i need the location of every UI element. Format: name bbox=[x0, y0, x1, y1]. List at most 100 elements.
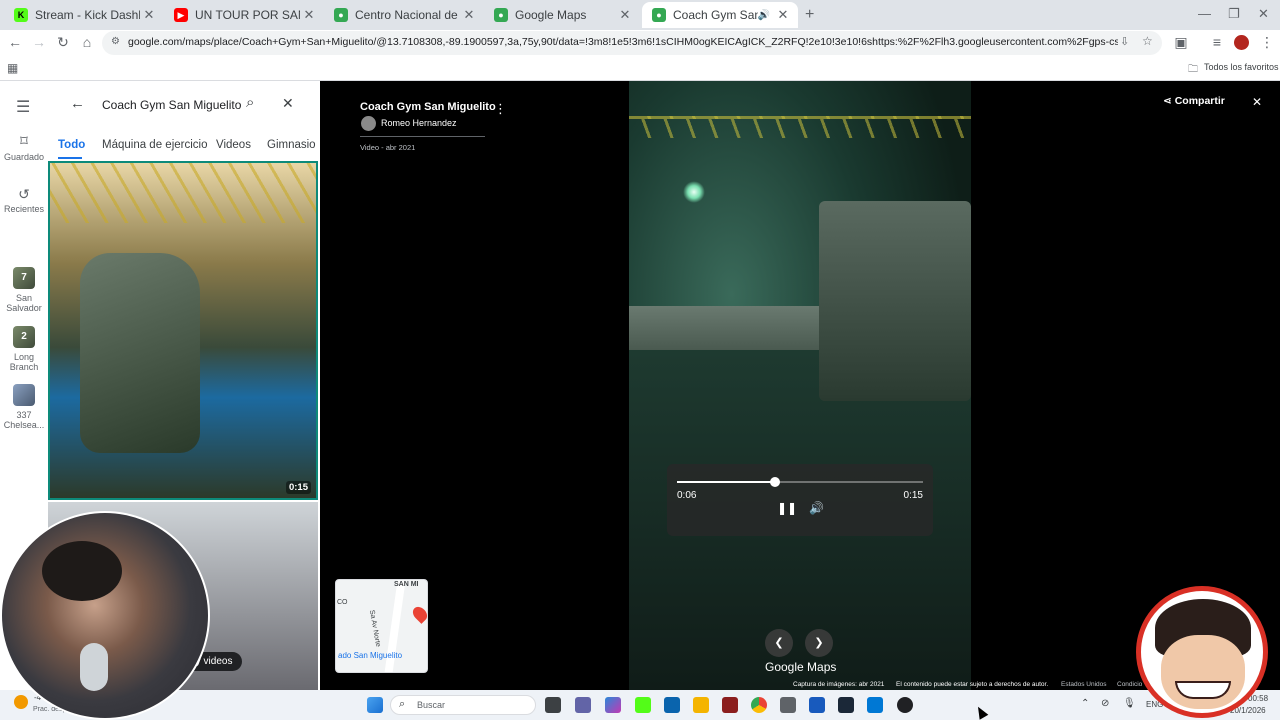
video-frame[interactable] bbox=[629, 81, 971, 690]
maps-pin-icon: ● bbox=[334, 8, 348, 22]
back-icon[interactable]: ← bbox=[6, 34, 24, 50]
close-window-icon[interactable]: ✕ bbox=[1258, 6, 1269, 22]
address-bar[interactable]: ⚙ google.com/maps/place/Coach+Gym+San+Mi… bbox=[102, 31, 1162, 55]
close-tab-icon[interactable]: ✕ bbox=[616, 7, 634, 23]
microphone-graphic bbox=[80, 643, 108, 691]
kick-app-icon[interactable] bbox=[635, 697, 651, 713]
close-tab-icon[interactable]: ✕ bbox=[140, 7, 158, 23]
rail-place-label: 337 Chelsea... bbox=[3, 410, 45, 430]
tab-youtube[interactable]: ▶ UN TOUR POR SAN SALVADOR ✕ bbox=[164, 2, 324, 28]
footer-country[interactable]: Estados Unidos bbox=[1061, 681, 1107, 688]
file-explorer-icon[interactable] bbox=[693, 697, 709, 713]
chip-gimnasio[interactable]: Gimnasio bbox=[267, 139, 316, 151]
rail-place-chelsea[interactable]: 337 Chelsea... bbox=[0, 384, 48, 430]
tab-coach-gym[interactable]: ● Coach Gym San Miguelito 🔊 ✕ bbox=[642, 2, 798, 28]
close-tab-icon[interactable]: ✕ bbox=[774, 7, 792, 23]
tab-title: Coach Gym San Miguelito bbox=[673, 8, 758, 22]
install-icon[interactable]: ⇩ bbox=[1120, 35, 1129, 48]
site-info-icon[interactable]: ⚙ bbox=[111, 36, 120, 47]
rail-saved-label: Guardado bbox=[3, 152, 45, 162]
sidepanel-icon[interactable]: ▣ bbox=[1172, 34, 1190, 51]
reload-icon[interactable]: ↻ bbox=[54, 34, 72, 51]
word-icon[interactable] bbox=[809, 697, 825, 713]
rail-place-long-branch[interactable]: 2 Long Branch bbox=[0, 326, 48, 372]
media-thumbnail-selected[interactable]: 0:15 bbox=[48, 161, 318, 500]
volume-icon[interactable]: 🔊 bbox=[809, 501, 824, 515]
mini-map[interactable]: SAN MI CO Sa Av Norte ado San Miguelito bbox=[335, 579, 428, 673]
rail-place-label: San Salvador bbox=[6, 293, 42, 313]
camera-icon[interactable] bbox=[780, 697, 796, 713]
history-icon: ↺ bbox=[18, 186, 30, 202]
store-icon[interactable] bbox=[867, 697, 883, 713]
more-options-icon[interactable]: ⋮ bbox=[494, 101, 507, 117]
steam-icon[interactable] bbox=[838, 697, 854, 713]
chip-videos[interactable]: Videos bbox=[216, 139, 251, 151]
next-media-button[interactable]: ❯ bbox=[805, 629, 833, 657]
exercise-bike-image bbox=[80, 253, 200, 453]
viewer-place-title[interactable]: Coach Gym San Miguelito bbox=[360, 101, 496, 113]
taskbar-search[interactable]: ⌕ Buscar bbox=[390, 695, 536, 715]
menu-kebab-icon[interactable]: ⋮ bbox=[1258, 34, 1276, 51]
tab-kick[interactable]: K Stream - Kick Dashboard ✕ bbox=[4, 2, 164, 28]
bookmark-star-icon[interactable]: ☆ bbox=[1142, 34, 1153, 48]
copilot-icon[interactable] bbox=[605, 697, 621, 713]
apps-grid-icon[interactable]: ▦ bbox=[7, 61, 18, 75]
footer-copyright: El contenido puede estar sujeto a derech… bbox=[896, 681, 1049, 688]
folder-icon: 🗀 bbox=[1188, 64, 1198, 75]
weather-icon[interactable] bbox=[14, 695, 28, 709]
chip-todo[interactable]: Todo bbox=[58, 139, 85, 151]
rail-place-label: Long Branch bbox=[9, 352, 39, 372]
new-tab-icon[interactable]: + bbox=[805, 6, 814, 24]
chip-maquina[interactable]: Máquina de ejercicio bbox=[102, 139, 207, 151]
teams-icon[interactable] bbox=[575, 697, 591, 713]
media-control-icon[interactable]: ≡ bbox=[1208, 34, 1226, 50]
rail-place-san-salvador[interactable]: 7 San Salvador bbox=[0, 267, 48, 313]
obs-icon[interactable] bbox=[897, 697, 913, 713]
author-avatar[interactable] bbox=[361, 116, 376, 131]
back-arrow-icon[interactable]: ← bbox=[70, 95, 85, 112]
place-thumbnail: 2 bbox=[13, 326, 35, 348]
maximize-icon[interactable]: ❐ bbox=[1228, 6, 1240, 22]
hamburger-menu-icon[interactable]: ☰ bbox=[16, 97, 30, 117]
minimize-icon[interactable]: — bbox=[1198, 6, 1211, 21]
network-icon[interactable]: ⊘ bbox=[1101, 698, 1109, 709]
home-icon[interactable]: ⌂ bbox=[78, 34, 96, 50]
rail-saved[interactable]: ⌑ Guardado bbox=[0, 134, 48, 162]
windows-start-icon[interactable] bbox=[367, 697, 383, 713]
rail-recents-label: Recientes bbox=[3, 204, 45, 214]
pause-icon[interactable]: ❚❚ bbox=[777, 501, 797, 515]
app-icon[interactable] bbox=[722, 697, 738, 713]
map-label: ado San Miguelito bbox=[338, 651, 403, 660]
all-bookmarks-link[interactable]: Todos los favoritos bbox=[1204, 62, 1279, 72]
search-input[interactable]: Coach Gym San Miguelito bbox=[102, 98, 241, 112]
search-box[interactable]: ← Coach Gym San Miguelito ⌕ ✕ bbox=[60, 91, 308, 119]
profile-avatar[interactable] bbox=[1234, 35, 1249, 50]
url-text[interactable]: google.com/maps/place/Coach+Gym+San+Migu… bbox=[128, 36, 1118, 48]
rail-recents[interactable]: ↺ Recientes bbox=[0, 186, 48, 214]
search-icon[interactable]: ⌕ bbox=[246, 94, 254, 111]
prev-media-button[interactable]: ❮ bbox=[765, 629, 793, 657]
tab-google-maps[interactable]: ● Google Maps ✕ bbox=[484, 2, 640, 28]
toolbar: ← → ↻ ⌂ ⚙ google.com/maps/place/Coach+Gy… bbox=[0, 30, 1280, 56]
close-tab-icon[interactable]: ✕ bbox=[460, 7, 478, 23]
outlook-icon[interactable] bbox=[664, 697, 680, 713]
close-tab-icon[interactable]: ✕ bbox=[300, 7, 318, 23]
divider bbox=[360, 136, 485, 137]
chrome-icon[interactable] bbox=[751, 697, 767, 713]
roof-truss-graphic bbox=[629, 116, 971, 138]
share-button[interactable]: ⋖ Compartir bbox=[1163, 95, 1225, 107]
microphone-icon[interactable]: 🎙 bbox=[1123, 698, 1136, 709]
footer-terms[interactable]: Condicio bbox=[1117, 681, 1142, 688]
progress-track[interactable] bbox=[677, 477, 923, 487]
forward-icon[interactable]: → bbox=[30, 34, 48, 50]
progress-knob[interactable] bbox=[770, 477, 781, 487]
task-view-icon[interactable] bbox=[545, 697, 561, 713]
audio-playing-icon[interactable]: 🔊 bbox=[758, 10, 770, 21]
tab-title: UN TOUR POR SAN SALVADOR bbox=[195, 8, 300, 22]
clear-search-icon[interactable]: ✕ bbox=[282, 95, 294, 112]
share-icon: ⋖ bbox=[1163, 95, 1175, 107]
author-name[interactable]: Romeo Hernandez bbox=[381, 118, 457, 128]
tray-chevron-icon[interactable]: ⌃ bbox=[1081, 698, 1089, 709]
tab-cnr[interactable]: ● Centro Nacional de Registros - ✕ bbox=[324, 2, 484, 28]
close-viewer-icon[interactable]: ✕ bbox=[1252, 95, 1262, 109]
